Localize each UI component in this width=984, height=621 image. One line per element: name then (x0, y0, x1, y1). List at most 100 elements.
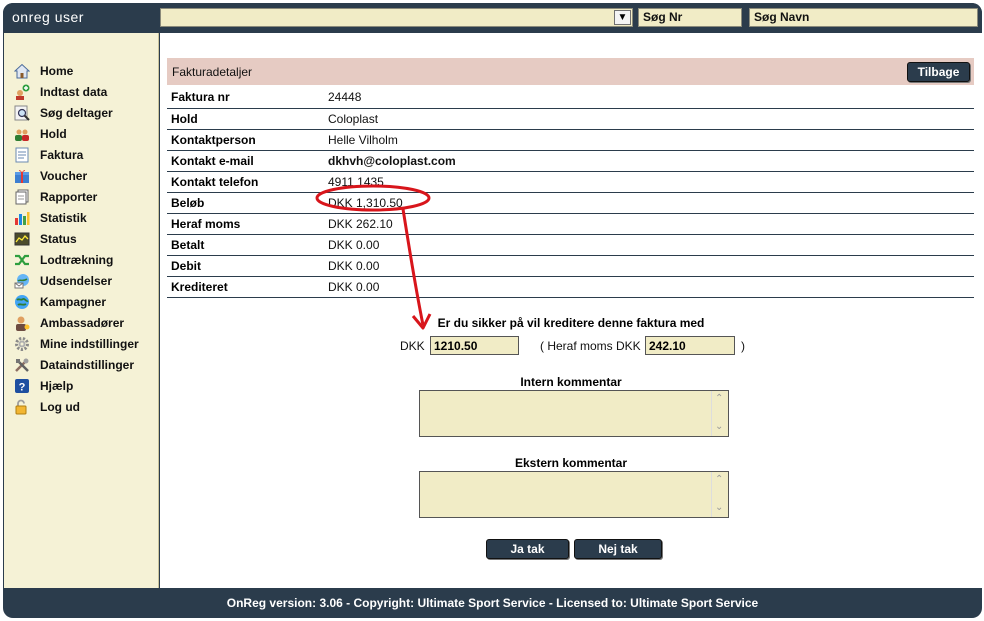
scroll-up-icon[interactable]: ⌃ (715, 474, 723, 485)
row-key: Kontaktperson (167, 129, 328, 151)
chevron-down-icon[interactable]: ▼ (614, 10, 631, 25)
gift-icon (14, 168, 30, 184)
sidebar-menu: Home Indtast data Søg deltager Hold Fakt… (4, 60, 159, 417)
scroll-up-icon[interactable]: ⌃ (715, 393, 723, 404)
row-value: DKK 0.00 (328, 255, 974, 277)
svg-text:?: ? (19, 381, 26, 393)
search-name-field[interactable]: Søg Navn (749, 8, 978, 27)
sidebar-item-home[interactable]: Home (4, 60, 159, 81)
shuffle-icon (14, 252, 30, 268)
add-person-icon (14, 84, 30, 100)
yes-button[interactable]: Ja tak (486, 539, 569, 559)
invoice-details-table: Faktura nr 24448 Hold Coloplast Kontaktper… (167, 87, 974, 298)
sidebar-item-lodtraekning[interactable]: Lodtrækning (4, 249, 159, 270)
document-icon (14, 147, 30, 163)
sidebar-item-voucher[interactable]: Voucher (4, 165, 159, 186)
table-row: Heraf moms DKK 262.10 (167, 213, 974, 235)
sidebar-item-label: Faktura (40, 147, 84, 162)
tools-icon (14, 357, 30, 373)
table-row: Hold Coloplast (167, 108, 974, 130)
sidebar-item-hold[interactable]: Hold (4, 123, 159, 144)
sidebar-item-label: Statistik (40, 210, 87, 225)
home-icon (13, 63, 31, 79)
row-key: Hold (167, 108, 328, 130)
textarea-scrollbar[interactable]: ⌃ ⌄ (711, 472, 728, 517)
sidebar-item-kampagner[interactable]: Kampagner (4, 291, 159, 312)
help-icon: ? (14, 378, 30, 394)
sidebar-item-indtast-data[interactable]: Indtast data (4, 81, 159, 102)
row-key: Faktura nr (167, 87, 328, 109)
scroll-down-icon[interactable]: ⌄ (715, 421, 723, 432)
app-title: onreg user (12, 9, 84, 25)
table-row: Krediteret DKK 0.00 (167, 276, 974, 298)
no-button[interactable]: Nej tak (574, 539, 662, 559)
sidebar-item-status[interactable]: Status (4, 228, 159, 249)
sidebar-item-label: Hold (40, 126, 67, 141)
external-comment-textarea[interactable]: ⌃ ⌄ (419, 471, 729, 518)
table-row: Betalt DKK 0.00 (167, 234, 974, 256)
sidebar-item-faktura[interactable]: Faktura (4, 144, 159, 165)
row-value: DKK 1,310.50 (328, 192, 974, 214)
mail-globe-icon (14, 273, 30, 289)
sidebar-item-rapporter[interactable]: Rapporter (4, 186, 159, 207)
sidebar-item-mine-indstillinger[interactable]: Mine indstillinger (4, 333, 159, 354)
sidebar-item-ambassadoerer[interactable]: Ambassadører (4, 312, 159, 333)
sidebar-item-dataindstillinger[interactable]: Dataindstillinger (4, 354, 159, 375)
row-value: DKK 0.00 (328, 234, 974, 256)
sidebar-item-soeg-deltager[interactable]: Søg deltager (4, 102, 159, 123)
globe-icon (14, 294, 30, 310)
sidebar-item-label: Kampagner (40, 294, 107, 309)
credit-amount-input[interactable] (430, 336, 519, 355)
sidebar: Home Indtast data Søg deltager Hold Fakt… (4, 33, 159, 588)
magnifier-icon (14, 105, 30, 121)
person-badge-icon (14, 315, 30, 331)
row-value: Coloplast (328, 108, 974, 130)
top-select-dropdown[interactable]: ▼ (160, 8, 633, 27)
search-nr-field[interactable]: Søg Nr (638, 8, 742, 27)
bar-chart-icon (14, 210, 30, 226)
padlock-icon (14, 399, 30, 415)
sidebar-item-label: Voucher (40, 168, 88, 183)
report-icon (14, 189, 30, 205)
sidebar-item-label: Søg deltager (40, 105, 113, 120)
back-button[interactable]: Tilbage (907, 62, 970, 82)
row-key: Heraf moms (167, 213, 328, 235)
internal-comment-textarea[interactable]: ⌃ ⌄ (419, 390, 729, 437)
row-key: Kontakt telefon (167, 171, 328, 193)
vat-amount-input[interactable] (645, 336, 735, 355)
table-row: Debit DKK 0.00 (167, 255, 974, 277)
sidebar-item-statistik[interactable]: Statistik (4, 207, 159, 228)
sidebar-item-label: Dataindstillinger (40, 357, 135, 372)
table-row: Faktura nr 24448 (167, 87, 974, 109)
row-key: Beløb (167, 192, 328, 214)
contact-email-link[interactable]: dkhvh@coloplast.com (328, 150, 974, 172)
sidebar-item-label: Log ud (40, 399, 80, 414)
sidebar-item-label: Lodtrækning (40, 252, 114, 267)
textarea-scrollbar[interactable]: ⌃ ⌄ (711, 391, 728, 436)
sidebar-item-label: Ambassadører (40, 315, 125, 330)
gear-icon (14, 336, 30, 352)
sidebar-item-label: Rapporter (40, 189, 98, 204)
internal-comment-label: Intern kommentar (520, 375, 622, 389)
sidebar-item-udsendelser[interactable]: Udsendelser (4, 270, 159, 291)
row-value: DKK 262.10 (328, 213, 974, 235)
row-value: 24448 (328, 87, 974, 109)
table-row: Kontakt telefon 4911 1435 (167, 171, 974, 193)
row-key: Krediteret (167, 276, 328, 298)
row-value: DKK 0.00 (328, 276, 974, 298)
currency-label: DKK (400, 339, 425, 353)
status-monitor-icon (14, 231, 30, 247)
sidebar-item-label: Indtast data (40, 84, 108, 99)
sidebar-item-label: Status (40, 231, 77, 246)
vat-label-close: ) (741, 339, 745, 353)
group-icon (14, 126, 30, 142)
vat-label: ( Heraf moms DKK (540, 339, 641, 353)
sidebar-item-log-ud[interactable]: Log ud (4, 396, 159, 417)
table-row: Kontaktperson Helle Vilholm (167, 129, 974, 151)
sidebar-item-label: Hjælp (40, 378, 74, 393)
sidebar-item-hjaelp[interactable]: ? Hjælp (4, 375, 159, 396)
row-value: Helle Vilholm (328, 129, 974, 151)
credit-question: Er du sikker på vil kreditere denne fakt… (437, 316, 705, 330)
scroll-down-icon[interactable]: ⌄ (715, 502, 723, 513)
row-value: 4911 1435 (328, 171, 974, 193)
